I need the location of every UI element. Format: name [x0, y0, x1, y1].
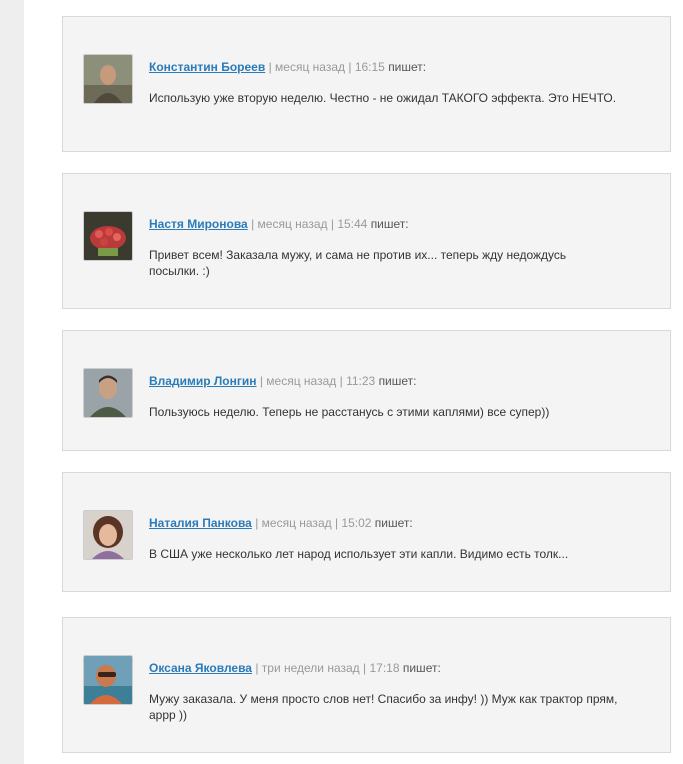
writes-label: пишет: [402, 661, 441, 675]
comment-time: 16:15 [354, 60, 385, 74]
comment-meta: Владимир Лонгин | месяц назад | 11:23 пи… [149, 373, 417, 389]
writes-label: пишет: [370, 217, 409, 231]
writes-label: пишет: [374, 516, 413, 530]
time-ago: месяц назад [266, 374, 337, 388]
comment-text: В США уже несколько лет народ использует… [149, 547, 569, 561]
comment-card: Настя Миронова | месяц назад | 15:44 пиш… [62, 173, 671, 309]
time-ago: месяц назад [257, 217, 328, 231]
author-link[interactable]: Настя Миронова [149, 217, 248, 231]
time-ago: три недели назад [261, 661, 360, 675]
comment-text: Пользуюсь неделю. Теперь не расстанусь с… [149, 405, 550, 419]
avatar-photo-flowers [84, 212, 132, 260]
comment-text: Мужу заказала. У меня просто слов нет! С… [149, 692, 618, 722]
comment-time: 15:44 [337, 217, 368, 231]
avatar-photo-woman [84, 656, 132, 704]
avatar[interactable] [83, 510, 133, 560]
comment-card: Наталия Панкова | месяц назад | 15:02 пи… [62, 472, 671, 592]
avatar-photo-man [84, 55, 132, 103]
writes-label: пишет: [378, 374, 417, 388]
avatar-photo-woman [84, 511, 132, 559]
comment-meta: Настя Миронова | месяц назад | 15:44 пиш… [149, 216, 409, 232]
comment-text: Использую уже вторую неделю. Честно - не… [149, 91, 617, 105]
comment-card: Владимир Лонгин | месяц назад | 11:23 пи… [62, 330, 671, 451]
comment-card: Оксана Яковлева | три недели назад | 17:… [62, 617, 671, 753]
comment-time: 15:02 [341, 516, 372, 530]
author-link[interactable]: Наталия Панкова [149, 516, 252, 530]
avatar[interactable] [83, 655, 133, 705]
avatar[interactable] [83, 54, 133, 104]
comment-text: Привет всем! Заказала мужу, и сама не пр… [149, 248, 567, 278]
author-link[interactable]: Константин Бореев [149, 60, 265, 74]
comment-card: Константин Бореев | месяц назад | 16:15 … [62, 16, 671, 152]
comment-time: 17:18 [369, 661, 400, 675]
avatar[interactable] [83, 211, 133, 261]
writes-label: пишет: [388, 60, 427, 74]
author-link[interactable]: Оксана Яковлева [149, 661, 252, 675]
avatar[interactable] [83, 368, 133, 418]
comment-meta: Оксана Яковлева | три недели назад | 17:… [149, 660, 441, 676]
left-sidebar-strip [0, 0, 24, 764]
author-link[interactable]: Владимир Лонгин [149, 374, 257, 388]
comment-meta: Константин Бореев | месяц назад | 16:15 … [149, 59, 426, 75]
comment-meta: Наталия Панкова | месяц назад | 15:02 пи… [149, 515, 413, 531]
comment-time: 11:23 [346, 374, 376, 388]
avatar-photo-man [84, 369, 132, 417]
time-ago: месяц назад [275, 60, 346, 74]
time-ago: месяц назад [261, 516, 332, 530]
